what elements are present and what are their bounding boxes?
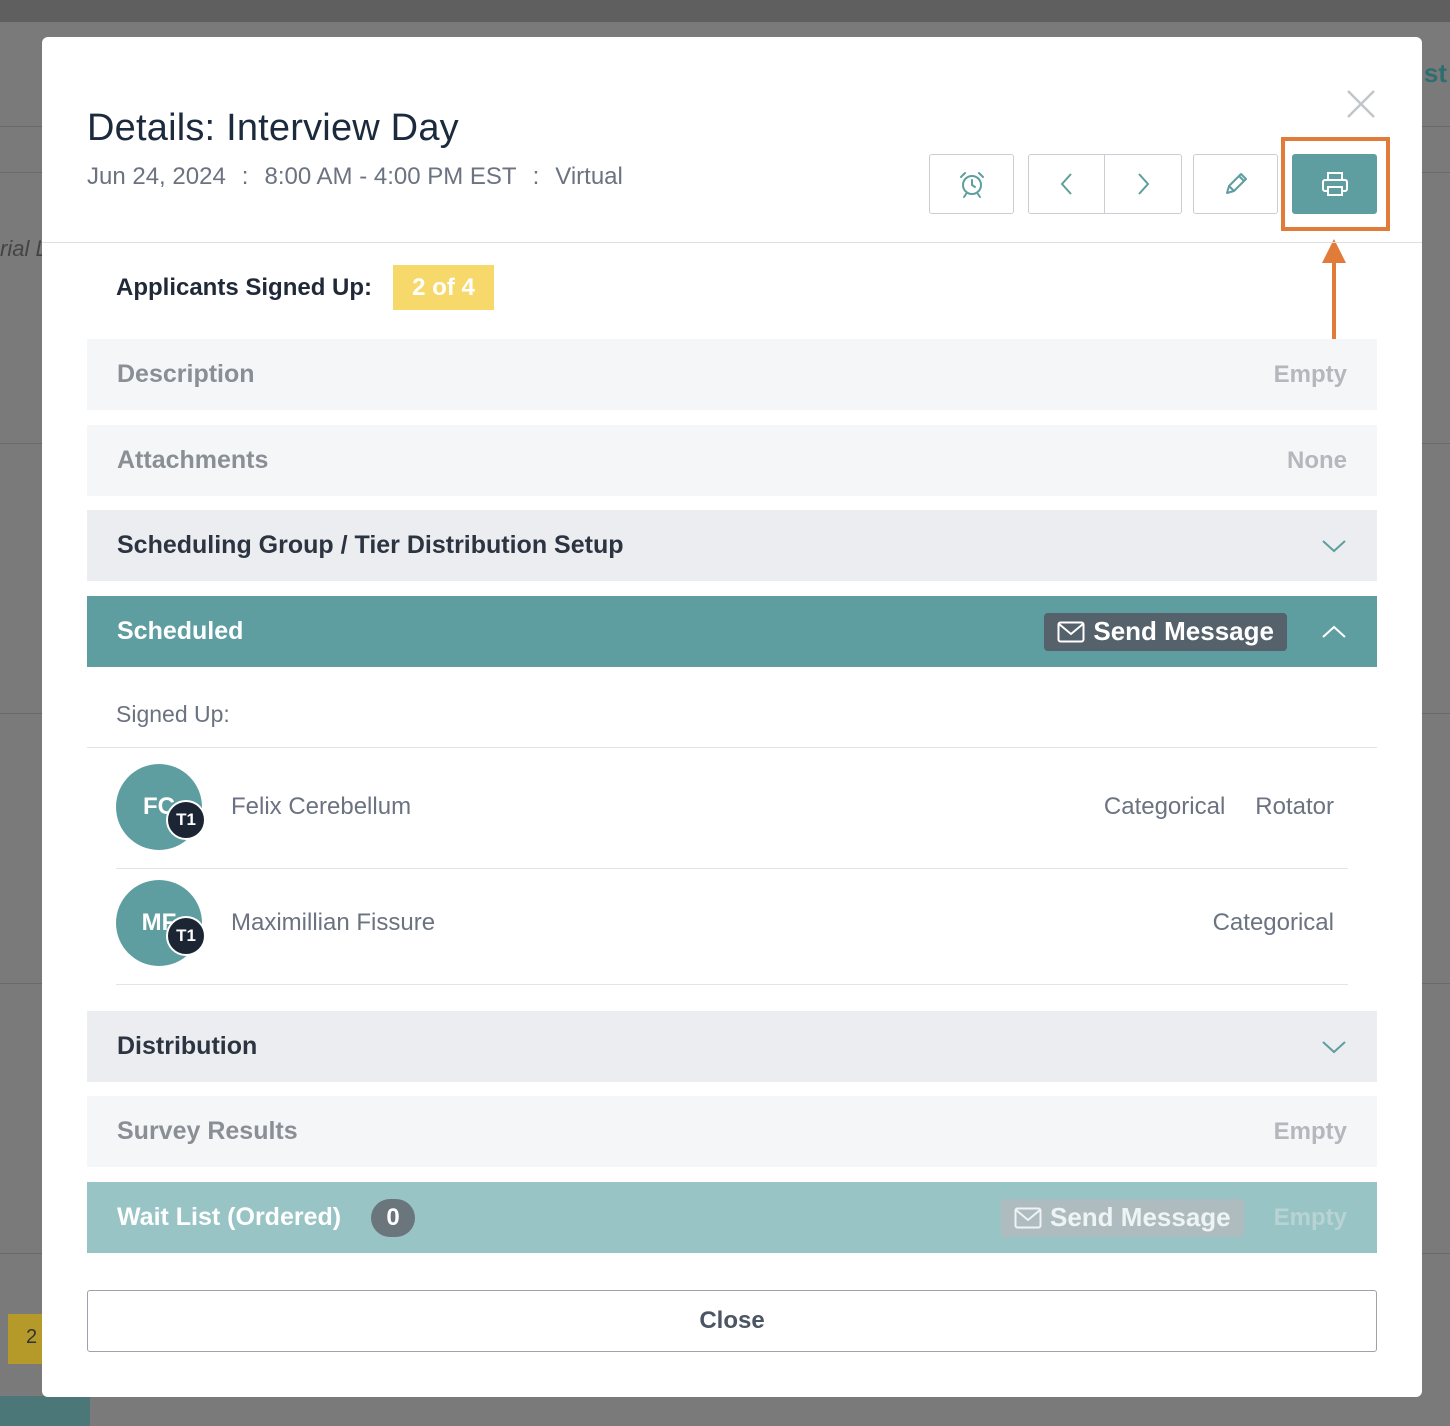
applicant-name: Maximillian Fissure bbox=[231, 909, 436, 936]
reminder-button[interactable] bbox=[929, 154, 1014, 214]
applicant-row[interactable]: MF T1 Maximillian Fissure Categorical bbox=[116, 869, 1348, 985]
background-calendar-cell bbox=[0, 1396, 90, 1426]
chevron-down-icon bbox=[1322, 1040, 1346, 1053]
close-button[interactable]: Close bbox=[87, 1290, 1377, 1352]
event-date: Jun 24, 2024 bbox=[87, 163, 226, 190]
alarm-clock-icon bbox=[959, 172, 984, 198]
envelope-icon bbox=[1014, 1207, 1042, 1228]
event-location: Virtual bbox=[555, 163, 623, 190]
description-row[interactable]: Description Empty bbox=[87, 339, 1377, 410]
chevron-up-icon bbox=[1322, 625, 1346, 638]
chevron-down-icon bbox=[1322, 539, 1346, 552]
header-divider bbox=[42, 242, 1422, 243]
applicant-tag: Categorical bbox=[1212, 909, 1334, 936]
annotation-arrow bbox=[1332, 259, 1336, 349]
signed-up-label: Signed Up: bbox=[116, 701, 230, 727]
applicant-name: Felix Cerebellum bbox=[231, 793, 412, 820]
applicant-row[interactable]: FC T1 Felix Cerebellum Categorical Rotat… bbox=[116, 753, 1348, 869]
modal-title: Details: Interview Day bbox=[87, 107, 459, 149]
attachments-label: Attachments bbox=[117, 446, 269, 474]
printer-icon bbox=[1321, 172, 1348, 196]
previous-button[interactable] bbox=[1028, 154, 1105, 214]
chevron-right-icon bbox=[1138, 173, 1150, 195]
applicant-tag: Categorical bbox=[1103, 793, 1226, 820]
scheduling-group-label: Scheduling Group / Tier Distribution Set… bbox=[117, 531, 624, 559]
background-topbar bbox=[0, 0, 1450, 22]
description-value: Empty bbox=[1273, 360, 1347, 388]
distribution-label: Distribution bbox=[117, 1032, 258, 1060]
applicants-count-badge: 2 of 4 bbox=[393, 265, 494, 310]
survey-results-label: Survey Results bbox=[117, 1117, 298, 1145]
description-label: Description bbox=[117, 360, 255, 388]
wait-list-send-message-button[interactable]: Send Message bbox=[1001, 1198, 1244, 1237]
event-time: 8:00 AM - 4:00 PM EST bbox=[264, 163, 517, 190]
print-button[interactable] bbox=[1292, 154, 1377, 214]
background-calendar-cell: 2 bbox=[8, 1314, 44, 1364]
wait-list-count-badge: 0 bbox=[371, 1198, 416, 1237]
details-modal: Details: Interview Day Jun 24, 2024:8:00… bbox=[42, 37, 1422, 1397]
close-icon[interactable] bbox=[1344, 87, 1378, 121]
send-message-button[interactable]: Send Message bbox=[1044, 612, 1287, 651]
send-message-label: Send Message bbox=[1050, 1202, 1231, 1232]
envelope-icon bbox=[1057, 621, 1085, 642]
distribution-row[interactable]: Distribution bbox=[87, 1011, 1377, 1082]
signed-up-divider bbox=[87, 747, 1377, 748]
edit-button[interactable] bbox=[1193, 154, 1278, 214]
event-meta: Jun 24, 2024:8:00 AM - 4:00 PM EST: Virtu… bbox=[87, 163, 623, 191]
survey-results-row[interactable]: Survey Results Empty bbox=[87, 1096, 1377, 1167]
scheduled-section-header[interactable]: Scheduled Send Message bbox=[87, 596, 1377, 667]
applicant-tags: Categorical Rotator bbox=[1104, 793, 1334, 821]
survey-results-value: Empty bbox=[1273, 1117, 1347, 1145]
meta-separator: : bbox=[532, 163, 540, 190]
wait-list-label: Wait List (Ordered) bbox=[117, 1203, 342, 1231]
next-button[interactable] bbox=[1104, 154, 1182, 214]
scheduled-label: Scheduled bbox=[117, 617, 244, 645]
pencil-icon bbox=[1225, 173, 1247, 194]
meta-separator: : bbox=[241, 163, 249, 190]
tier-badge: T1 bbox=[166, 916, 206, 956]
tier-badge: T1 bbox=[166, 800, 206, 840]
wait-list-value: Empty bbox=[1273, 1203, 1347, 1231]
attachments-value: None bbox=[1287, 446, 1347, 474]
chevron-left-icon bbox=[1060, 173, 1072, 195]
attachments-row[interactable]: Attachments None bbox=[87, 425, 1377, 496]
applicant-tag: Rotator bbox=[1255, 793, 1334, 820]
background-text-fragment: rial L bbox=[0, 236, 48, 261]
wait-list-section-header[interactable]: Wait List (Ordered) 0 Send Message Empty bbox=[87, 1182, 1377, 1253]
applicant-tags: Categorical bbox=[1213, 909, 1334, 937]
applicants-signed-up-label: Applicants Signed Up: bbox=[116, 274, 373, 301]
send-message-label: Send Message bbox=[1093, 616, 1274, 646]
scheduling-group-row[interactable]: Scheduling Group / Tier Distribution Set… bbox=[87, 510, 1377, 581]
